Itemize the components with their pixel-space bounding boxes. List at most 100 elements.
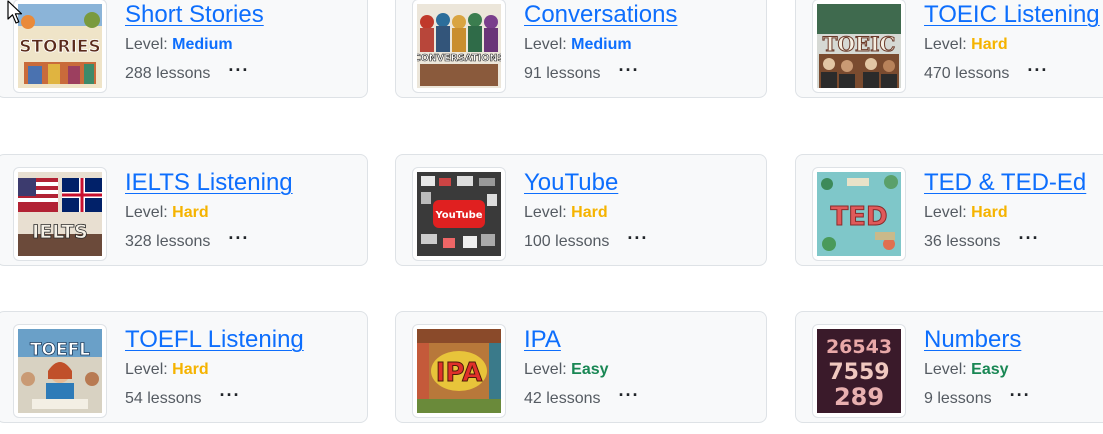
course-title-link[interactable]: IELTS Listening [125,168,293,198]
more-options-icon[interactable]: ··· [1010,386,1031,404]
course-title-link[interactable]: YouTube [524,168,618,198]
svg-text:IPA: IPA [436,358,482,388]
course-meta: 54 lessons ··· [125,386,363,410]
course-title-link[interactable]: IPA [524,325,561,355]
toeic-thumbnail-image: TOEIC [817,4,901,88]
course-card-toefl-listening[interactable]: TOEFL TOEFL Listening Level: Hard 54 les… [0,311,368,423]
course-meta: 328 lessons ··· [125,229,363,253]
lessons-count: 328 lessons [125,233,211,250]
level-value: Hard [971,36,1008,53]
lessons-count: 288 lessons [125,65,211,82]
course-info: IELTS Listening Level: Hard 328 lessons ·… [125,168,363,253]
course-level: Level: Hard [125,359,363,381]
ted-thumbnail[interactable]: TED [812,167,906,261]
youtube-thumbnail[interactable]: YouTube [412,167,506,261]
course-level: Level: Medium [125,34,363,56]
ielts-thumbnail-image: IELTS [18,172,102,256]
svg-text:YouTube: YouTube [434,210,482,221]
course-title-link[interactable]: TOEFL Listening [125,325,304,355]
numbers-thumbnail[interactable]: 26543 7559 289 [812,324,906,418]
conversations-thumbnail[interactable]: CONVERSATIONS [412,0,506,93]
lessons-count: 91 lessons [524,65,601,82]
level-label: Level: [924,204,967,221]
course-card-conversations[interactable]: CONVERSATIONS Conversations Level: Mediu… [395,0,767,98]
level-label: Level: [924,361,967,378]
course-title-link[interactable]: TOEIC Listening [924,0,1100,30]
level-label: Level: [125,204,168,221]
toefl-thumbnail[interactable]: TOEFL [13,324,107,418]
lessons-count: 36 lessons [924,233,1001,250]
numbers-thumbnail-image: 26543 7559 289 [817,329,901,413]
course-card-toeic-listening[interactable]: TOEIC TOEIC Listening Level: Hard 470 le… [795,0,1103,98]
course-title-link[interactable]: Short Stories [125,0,264,30]
toeic-thumbnail[interactable]: TOEIC [812,0,906,93]
numbers-line-2: 7559 [828,360,889,385]
course-meta: 42 lessons ··· [524,386,762,410]
course-meta: 36 lessons ··· [924,229,1103,253]
more-options-icon[interactable]: ··· [627,229,648,247]
lessons-count: 42 lessons [524,390,601,407]
course-info: Numbers Level: Easy 9 lessons ··· [924,325,1103,410]
course-meta: 470 lessons ··· [924,61,1103,85]
course-title-link[interactable]: Numbers [924,325,1021,355]
svg-text:TOEIC: TOEIC [823,32,896,56]
toefl-thumbnail-image: TOEFL [18,329,102,413]
course-card-numbers[interactable]: 26543 7559 289 Numbers Level: Easy 9 les… [795,311,1103,423]
ielts-thumbnail[interactable]: IELTS [13,167,107,261]
conversations-thumbnail-image: CONVERSATIONS [417,4,501,88]
course-level: Level: Hard [924,34,1103,56]
more-options-icon[interactable]: ··· [1027,61,1048,79]
stories-thumbnail-image: STORIES [18,4,102,88]
more-options-icon[interactable]: ··· [619,386,640,404]
more-options-icon[interactable]: ··· [619,61,640,79]
lessons-count: 9 lessons [924,390,992,407]
course-card-ipa[interactable]: IPA IPA Level: Easy 42 lessons ··· [395,311,767,423]
level-label: Level: [924,36,967,53]
more-options-icon[interactable]: ··· [1019,229,1040,247]
svg-text:IELTS: IELTS [32,221,88,243]
more-options-icon[interactable]: ··· [228,229,249,247]
course-title-link[interactable]: TED & TED-Ed [924,168,1086,198]
course-info: TOEFL Listening Level: Hard 54 lessons ··… [125,325,363,410]
level-label: Level: [125,36,168,53]
level-value: Medium [172,36,233,53]
course-level: Level: Hard [125,202,363,224]
course-card-youtube[interactable]: YouTube YouTube Level: Hard 100 lessons ·… [395,154,767,266]
more-options-icon[interactable]: ··· [228,61,249,79]
course-info: YouTube Level: Hard 100 lessons ··· [524,168,762,253]
course-info: TOEIC Listening Level: Hard 470 lessons ·… [924,0,1103,85]
course-title-link[interactable]: Conversations [524,0,677,30]
course-meta: 288 lessons ··· [125,61,363,85]
course-meta: 100 lessons ··· [524,229,762,253]
more-options-icon[interactable]: ··· [220,386,241,404]
course-meta: 9 lessons ··· [924,386,1103,410]
level-label: Level: [524,361,567,378]
ipa-thumbnail[interactable]: IPA [412,324,506,418]
numbers-line-3: 289 [834,383,884,411]
level-label: Level: [125,361,168,378]
course-level: Level: Easy [924,359,1103,381]
level-value: Hard [172,361,209,378]
level-label: Level: [524,36,567,53]
level-value: Medium [571,36,632,53]
svg-text:TOEFL: TOEFL [30,340,90,360]
svg-text:CONVERSATIONS: CONVERSATIONS [417,53,501,64]
svg-text:STORIES: STORIES [19,37,101,57]
level-label: Level: [524,204,567,221]
numbers-line-1: 26543 [826,336,892,358]
course-level: Level: Easy [524,359,762,381]
lessons-count: 54 lessons [125,390,202,407]
course-meta: 91 lessons ··· [524,61,762,85]
course-card-short-stories[interactable]: STORIES Short Stories Level: Medium 288 … [0,0,368,98]
course-level: Level: Medium [524,34,762,56]
level-value: Easy [571,361,609,378]
ipa-thumbnail-image: IPA [417,329,501,413]
course-info: IPA Level: Easy 42 lessons ··· [524,325,762,410]
course-grid: STORIES Short Stories Level: Medium 288 … [0,0,1103,434]
course-card-ted[interactable]: TED TED & TED-Ed Level: Hard 36 lessons ·… [795,154,1103,266]
course-level: Level: Hard [524,202,762,224]
stories-thumbnail[interactable]: STORIES [13,0,107,93]
course-card-ielts-listening[interactable]: IELTS IELTS Listening Level: Hard 328 le… [0,154,368,266]
course-info: Conversations Level: Medium 91 lessons ··… [524,0,762,85]
ted-thumbnail-image: TED [817,172,901,256]
